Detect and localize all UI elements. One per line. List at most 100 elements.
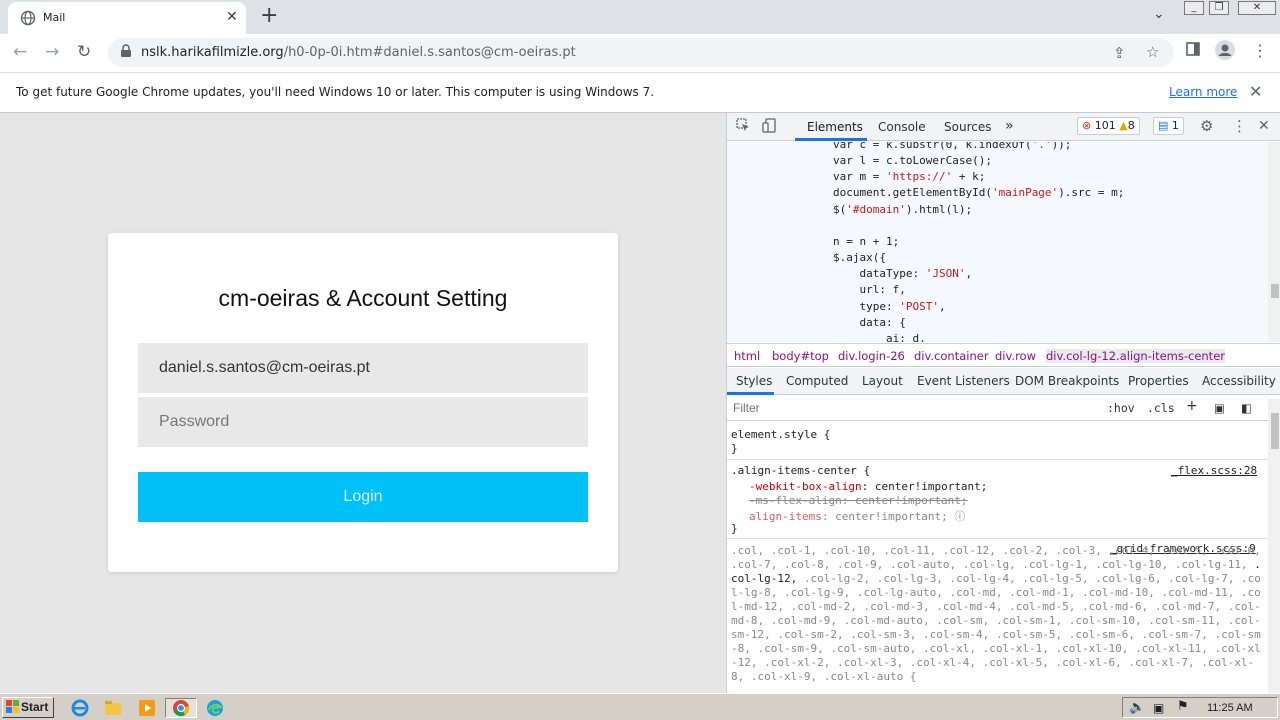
new-style-rule-button[interactable]: +: [1186, 398, 1198, 414]
code-line: var m = 'https://' + k;: [833, 170, 986, 183]
taskbar-clock[interactable]: 11:25 AM: [1207, 702, 1253, 714]
code-line: type: 'POST',: [833, 300, 946, 313]
password-field[interactable]: [138, 397, 588, 447]
css-property-overridden[interactable]: -ms-flex-align: center!important;: [749, 494, 968, 507]
divider: [727, 459, 1268, 460]
tab-event-listeners[interactable]: Event Listeners: [917, 374, 1010, 388]
hov-toggle[interactable]: :hov: [1107, 401, 1135, 415]
toggle-sidebar-icon[interactable]: ◧: [1241, 401, 1252, 415]
messages-badge[interactable]: ▤ 1: [1153, 117, 1184, 135]
tab-elements[interactable]: Elements: [807, 120, 863, 134]
breadcrumb: html body#top div.login-26 div.container…: [727, 343, 1280, 367]
tab-strip: Mail ✕ + ⌄ _ ❐ ✕: [0, 0, 1280, 34]
email-field[interactable]: [138, 343, 588, 393]
back-arrow-icon[interactable]: ←: [13, 42, 27, 62]
breadcrumb-item[interactable]: html: [734, 349, 760, 363]
paint-brush-icon[interactable]: ▣: [1214, 401, 1225, 415]
tab-dom-breakpoints[interactable]: DOM Breakpoints: [1015, 374, 1119, 388]
tab-accessibility[interactable]: Accessibility: [1202, 374, 1276, 388]
tab-computed[interactable]: Computed: [786, 374, 848, 388]
close-icon[interactable]: ✕: [1258, 118, 1270, 134]
close-icon[interactable]: ✕: [226, 9, 238, 25]
styles-scrollbar[interactable]: [1268, 399, 1280, 693]
volume-icon[interactable]: 🔈: [1129, 700, 1145, 715]
learn-more-link[interactable]: Learn more: [1169, 85, 1237, 99]
browser-tab-mail[interactable]: Mail ✕: [8, 2, 246, 34]
issues-badge[interactable]: ⊗ 101 ▲8: [1077, 117, 1140, 135]
new-tab-button[interactable]: +: [260, 3, 278, 29]
scroll-thumb[interactable]: [1271, 413, 1279, 449]
code-line: dataType: 'JSON',: [833, 267, 973, 280]
css-property-inactive[interactable]: align-items: center!important; ⓘ: [749, 508, 965, 524]
info-icon[interactable]: ⓘ: [954, 510, 965, 523]
breadcrumb-item[interactable]: body#top: [772, 349, 829, 363]
code-line: $('#domain').html(l);: [833, 203, 973, 216]
code-line: ai: d,: [833, 332, 926, 342]
close-brace: }: [731, 522, 738, 535]
scroll-thumb[interactable]: [1271, 284, 1279, 298]
chevron-down-icon[interactable]: ⌄: [1153, 6, 1165, 22]
share-icon[interactable]: ⇪: [1113, 44, 1126, 62]
styles-subtabbar: Styles Computed Layout Event Listeners D…: [727, 368, 1280, 395]
network-icon[interactable]: ▣: [1153, 701, 1164, 715]
device-toolbar-icon[interactable]: [762, 118, 776, 137]
divider: [727, 538, 1268, 539]
star-icon[interactable]: ☆: [1146, 43, 1159, 61]
close-icon[interactable]: ✕: [1249, 82, 1262, 101]
minimize-icon[interactable]: _: [1184, 1, 1204, 15]
css-property[interactable]: -webkit-box-align: center!important;: [749, 480, 987, 493]
breadcrumb-item[interactable]: div.login-26: [838, 349, 905, 363]
breadcrumb-item-selected[interactable]: div.col-lg-12.align-items-center: [1046, 349, 1225, 363]
internet-explorer-icon[interactable]: [70, 698, 92, 718]
globe-icon: [20, 10, 36, 29]
styles-filter-input[interactable]: [729, 398, 1097, 418]
side-panel-icon[interactable]: [1186, 42, 1200, 60]
restore-icon[interactable]: ❐: [1209, 1, 1229, 15]
tab-console[interactable]: Console: [878, 120, 926, 134]
forward-arrow-icon[interactable]: →: [45, 42, 59, 62]
flag-icon[interactable]: ⚑: [1177, 699, 1189, 714]
elements-source-view[interactable]: var c = k.substr(0, k.indexOf('.')); var…: [727, 142, 1268, 342]
rule-selector: .align-items-center {: [731, 464, 871, 477]
reload-icon[interactable]: ↻: [77, 42, 91, 62]
code-line: var l = c.toLowerCase();: [833, 154, 992, 167]
code-line: var c = k.substr(0, k.indexOf('.'));: [833, 142, 1072, 151]
rule-source-link[interactable]: _flex.scss:28: [1171, 464, 1257, 477]
breadcrumb-item[interactable]: div.row: [995, 349, 1036, 363]
tab-sources[interactable]: Sources: [944, 120, 991, 134]
inspect-element-icon[interactable]: [736, 118, 750, 136]
breadcrumb-item[interactable]: div.container: [914, 349, 989, 363]
address-bar[interactable]: nslk.harikafilmizle.org/h0-0p-0i.htm#dan…: [108, 38, 1174, 67]
page-title: cm-oeiras & Account Setting: [218, 285, 508, 311]
styles-pane[interactable]: element.style { } .align-items-center { …: [727, 422, 1268, 693]
tab-layout[interactable]: Layout: [862, 374, 903, 388]
devtools-panel: Elements Console Sources » ⊗ 101 ▲8 ▤ 1 …: [726, 113, 1280, 693]
chrome-taskbar-icon[interactable]: [165, 698, 197, 718]
window-close-icon[interactable]: ✕: [1238, 1, 1276, 15]
file-explorer-icon[interactable]: [103, 698, 125, 718]
close-brace: }: [731, 442, 738, 455]
edge-browser-icon[interactable]: [205, 698, 227, 718]
kebab-menu-icon[interactable]: ⋮: [1232, 117, 1247, 135]
cls-toggle[interactable]: .cls: [1147, 401, 1175, 415]
media-player-icon[interactable]: [137, 698, 159, 718]
profile-avatar-icon[interactable]: [1215, 40, 1235, 64]
message-icon: ▤: [1158, 119, 1169, 132]
login-button[interactable]: Login: [138, 472, 588, 522]
tab-styles[interactable]: Styles: [736, 374, 772, 388]
windows-logo-icon: [6, 700, 20, 720]
more-tabs-icon[interactable]: »: [1005, 118, 1014, 134]
code-line: url: f,: [833, 283, 906, 296]
lock-icon[interactable]: [120, 44, 132, 61]
styles-filter-bar: :hov .cls + ▣ ◧: [727, 396, 1280, 421]
tab-properties[interactable]: Properties: [1128, 374, 1189, 388]
tab-title: Mail: [43, 11, 66, 24]
windows-taskbar: Start 🔈 ▣ ⚑ 11:25 AM: [0, 693, 1280, 720]
devtools-tabbar: Elements Console Sources » ⊗ 101 ▲8 ▤ 1 …: [727, 113, 1280, 141]
grid-selector-list: .col, .col-1, .col-10, .col-11, .col-12,…: [731, 544, 1261, 683]
gear-icon[interactable]: ⚙: [1200, 117, 1213, 135]
source-scrollbar[interactable]: [1268, 142, 1280, 342]
kebab-menu-icon[interactable]: ⋮: [1252, 41, 1268, 60]
start-button[interactable]: Start: [2, 697, 54, 718]
login-card: cm-oeiras & Account Setting Login: [108, 233, 618, 572]
